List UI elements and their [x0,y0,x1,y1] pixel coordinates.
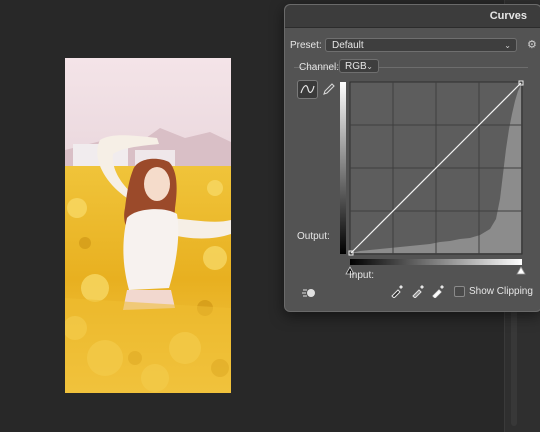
preset-value: Default [332,40,364,51]
output-label: Output: [297,231,330,242]
curves-graph[interactable] [340,79,526,279]
preset-row: Preset: Default ⌄ ⚙ [290,38,537,54]
document-photo [65,58,231,393]
eyedropper-black-icon [391,285,403,299]
chevron-down-icon: ⌄ [366,62,373,71]
white-input-slider[interactable] [516,266,526,275]
input-label: Input: [349,270,375,281]
curves-dialog: Curves Preset: Default ⌄ ⚙ Channel: RGB … [284,4,540,312]
input-gradient-bar [350,259,522,265]
show-clipping-checkbox[interactable] [454,286,465,297]
eyedropper-gray-icon [412,285,424,299]
auto-adjust-icon [302,289,315,297]
gear-icon[interactable]: ⚙ [527,38,537,51]
show-clipping-label: Show Clipping [469,286,533,297]
auto-adjust-button[interactable] [301,285,317,299]
gray-point-eyedropper[interactable] [411,284,425,299]
channel-value: RGB [345,61,367,72]
pencil-icon [323,83,335,95]
preset-dropdown[interactable]: Default ⌄ [325,38,517,52]
pencil-tool-button[interactable] [321,81,337,97]
white-point-eyedropper[interactable] [431,284,445,299]
curve-point-tool-button[interactable] [297,80,318,99]
preset-label: Preset: [290,40,322,51]
channel-dropdown[interactable]: RGB ⌄ [339,59,379,73]
black-point-eyedropper[interactable] [390,284,404,299]
chevron-down-icon: ⌄ [504,41,511,50]
dialog-title: Curves [489,10,527,22]
output-gradient-bar [340,82,346,254]
dialog-titlebar[interactable]: Curves [285,5,540,28]
eyedropper-white-icon [432,285,444,299]
channel-label: Channel: [299,62,340,73]
dialog-bottom-toolbar: Show Clipping [285,281,540,301]
curve-point-icon [300,85,315,94]
